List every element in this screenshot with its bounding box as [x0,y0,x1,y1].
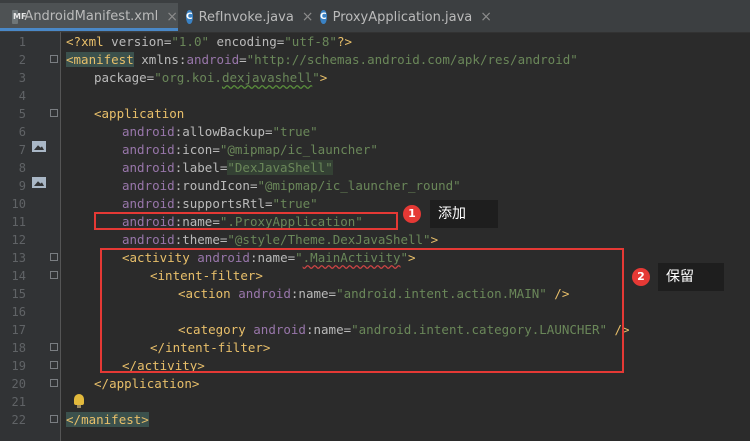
tab-label: ProxyApplication.java [332,9,473,25]
fold-marker-icon[interactable] [50,271,58,279]
line-number: 21 [11,395,26,409]
fold-marker-icon[interactable] [50,343,58,351]
tab-label: RefInvoke.java [198,9,294,25]
fold-marker-icon[interactable] [50,109,58,117]
code-line-20: </application> [94,376,200,391]
annotation-badge-1: 1 [403,205,421,223]
tab-proxyapplication[interactable]: C ProxyApplication.java × [318,4,492,30]
editor-tab-bar: AndroidManifest.xml × C RefInvoke.java ×… [0,0,750,33]
code-line-1: <?xml version="1.0" encoding="utf-8"?> [66,34,353,49]
line-number: 10 [11,197,26,211]
close-icon[interactable]: × [166,9,178,25]
line-number: 13 [11,251,26,265]
java-class-icon: C [186,10,193,24]
annotation-box-add [94,212,398,230]
tab-label: AndroidManifest.xml [24,9,159,24]
line-number: 2 [18,53,26,67]
line-number: 1 [18,35,26,49]
fold-marker-icon[interactable] [50,55,58,63]
fold-marker-icon[interactable] [50,415,58,423]
line-number: 7 [18,143,26,157]
line-number: 9 [18,179,26,193]
code-line-6: android:allowBackup="true" [122,124,318,139]
fold-marker-icon[interactable] [50,361,58,369]
tab-refinvoke[interactable]: C RefInvoke.java × [184,4,314,30]
line-number: 14 [11,269,26,283]
line-number: 12 [11,233,26,247]
fold-marker-icon[interactable] [50,379,58,387]
image-icon[interactable] [32,141,46,152]
code-line-12: android:theme="@style/Theme.DexJavaShell… [122,232,439,247]
annotation-label-keep: 保留 [658,263,724,291]
line-number: 17 [11,323,26,337]
fold-marker-icon[interactable] [50,253,58,261]
annotation-box-keep [100,248,624,373]
code-line-7: android:icon="@mipmap/ic_launcher" [122,142,378,157]
close-icon[interactable]: × [480,9,492,25]
line-number: 4 [18,89,26,103]
code-line-10: android:supportsRtl="true" [122,196,318,211]
line-number: 11 [11,215,26,229]
code-line-8: android:label="DexJavaShell" [122,160,333,175]
manifest-xml-icon [12,9,27,24]
code-line-3: package="org.koi.dexjavashell"> [94,70,328,85]
annotation-badge-2: 2 [632,268,650,286]
annotation-label-add: 添加 [430,200,498,228]
line-number: 18 [11,341,26,355]
image-icon[interactable] [32,177,46,188]
tab-androidmanifest[interactable]: AndroidManifest.xml × [0,3,178,31]
line-number: 20 [11,377,26,391]
line-number-gutter: 1 2 3 4 5 6 7 8 9 10 11 12 13 14 15 16 1… [0,32,61,441]
line-number: 5 [18,107,26,121]
line-number: 6 [18,125,26,139]
line-number: 8 [18,161,26,175]
line-number: 22 [11,413,26,427]
code-line-2: <manifest xmlns:android="http://schemas.… [66,52,578,67]
code-editor[interactable]: <?xml version="1.0" encoding="utf-8"?> <… [61,32,750,441]
code-line-22: </manifest> [66,412,149,427]
line-number: 3 [18,71,26,85]
line-number: 19 [11,359,26,373]
java-class-icon: C [320,10,327,24]
line-number: 16 [11,305,26,319]
code-line-5: <application [94,106,185,121]
line-number: 15 [11,287,26,301]
code-line-9: android:roundIcon="@mipmap/ic_launcher_r… [122,178,461,193]
close-icon[interactable]: × [302,9,314,25]
